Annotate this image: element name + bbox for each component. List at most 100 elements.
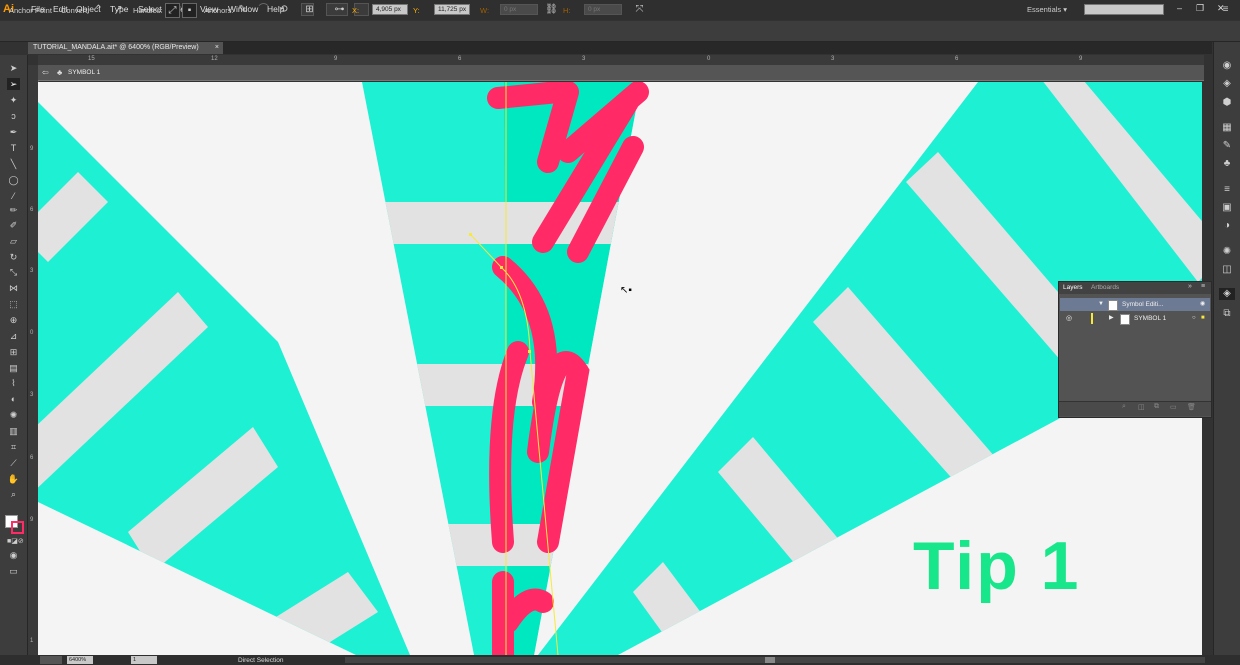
restore-button[interactable]: ❐	[1196, 3, 1204, 14]
tab-layers[interactable]: Layers	[1063, 284, 1083, 291]
selection-tool-icon[interactable]: ➤	[7, 62, 20, 74]
target-icon[interactable]: ◉	[1200, 298, 1205, 311]
show-handles-icon[interactable]: ⤢	[165, 3, 180, 18]
align-icon[interactable]: ⊶	[333, 3, 346, 16]
layer-name: Symbol Editi...	[1122, 301, 1164, 308]
width-tool-icon[interactable]: ⋈	[7, 282, 20, 294]
lasso-tool-icon[interactable]: ↄ	[7, 110, 20, 122]
shape-builder-tool-icon[interactable]: ⊕	[7, 314, 20, 326]
blend-tool-icon[interactable]: ◐	[7, 393, 20, 405]
expand-arrow-icon[interactable]: ▶	[1109, 312, 1114, 325]
ruler-mark: 3	[831, 56, 835, 62]
y-field[interactable]: 11,725 px	[434, 4, 470, 15]
symbol-sprayer-tool-icon[interactable]: ✺	[7, 409, 20, 421]
document-tab-close-icon[interactable]: ×	[215, 42, 219, 54]
visibility-eye-icon[interactable]: ◎	[1066, 312, 1072, 325]
gradient-panel-icon[interactable]: ▣	[1221, 202, 1233, 214]
x-field[interactable]: 4,905 px	[372, 4, 408, 15]
line-tool-icon[interactable]: ╲	[7, 158, 20, 170]
workspace-switcher[interactable]: Essentials ▾	[1027, 5, 1067, 14]
eyedropper-tool-icon[interactable]: ⌇	[7, 377, 20, 389]
hide-handles-icon[interactable]: ▪	[182, 3, 197, 18]
cut-path-icon[interactable]: ⟲	[277, 3, 290, 16]
panel-collapse-icon[interactable]: »	[1188, 283, 1192, 290]
locate-object-icon[interactable]: ⌕	[1122, 403, 1126, 411]
panel-menu-icon[interactable]: ≡	[1201, 283, 1205, 290]
layer-row[interactable]: ▼ Symbol Editi... ◉	[1060, 298, 1210, 311]
transparency-icon[interactable]: ◑	[1221, 220, 1233, 232]
zoom-down-button[interactable]	[40, 656, 62, 664]
convert-smooth-icon[interactable]: ↗	[112, 3, 125, 16]
brushes-icon[interactable]: ✎	[1221, 140, 1233, 152]
free-transform-tool-icon[interactable]: ⬚	[7, 298, 20, 310]
convert-corner-icon[interactable]: ⌃	[92, 3, 105, 16]
layer-thumbnail	[1120, 314, 1130, 325]
ruler-mark: 3	[30, 392, 34, 398]
blob-brush-tool-icon[interactable]: ✐	[7, 219, 20, 231]
pen-tool-icon[interactable]: ✒	[7, 126, 20, 138]
swatches-icon[interactable]: ▦	[1221, 122, 1233, 134]
kuler-icon[interactable]: ⬢	[1221, 97, 1233, 109]
h-field[interactable]: 0 px	[584, 4, 622, 15]
type-tool-icon[interactable]: T	[7, 142, 20, 154]
drawing-mode-icon[interactable]: ◉	[7, 549, 20, 561]
isolate-icon[interactable]: ⊞	[303, 3, 316, 16]
link-proportions-icon[interactable]: ⛓	[545, 3, 558, 16]
clipping-mask-icon[interactable]: ◫	[1138, 403, 1145, 411]
perspective-grid-tool-icon[interactable]: ⊿	[7, 330, 20, 342]
color-panel-icon[interactable]: ◉	[1221, 60, 1233, 72]
expand-arrow-icon[interactable]: ▼	[1098, 298, 1104, 311]
search-input[interactable]	[1084, 4, 1164, 15]
zoom-field[interactable]: 6400%	[67, 656, 93, 664]
x-label: X:	[352, 6, 360, 15]
rotate-tool-icon[interactable]: ↻	[7, 251, 20, 263]
color-mode-icons[interactable]: ■◪⊘	[7, 536, 24, 548]
ellipse-tool-icon[interactable]: ◯	[7, 174, 20, 186]
delete-layer-icon[interactable]: 🗑	[1187, 403, 1196, 411]
magic-wand-tool-icon[interactable]: ✦	[7, 94, 20, 106]
screen-mode-icon[interactable]: ▭	[7, 565, 20, 577]
symbols-icon[interactable]: ♣	[1221, 158, 1233, 170]
h-label: H:	[563, 6, 571, 15]
minimize-button[interactable]: ‒	[1177, 3, 1182, 13]
ruler-mark: 6	[955, 56, 959, 62]
remove-anchor-icon[interactable]: ✎	[236, 3, 249, 16]
new-sublayer-icon[interactable]: ⧉	[1154, 403, 1159, 411]
isolation-mode-bar[interactable]	[38, 66, 1204, 81]
gradient-tool-icon[interactable]: ▤	[7, 362, 20, 374]
layers-panel-icon[interactable]: ◈	[1219, 288, 1235, 300]
new-layer-icon[interactable]: ▭	[1170, 403, 1177, 411]
eraser-tool-icon[interactable]: ▱	[7, 235, 20, 247]
back-arrow-icon[interactable]: ⇦	[42, 68, 49, 77]
artboard-tool-icon[interactable]: ⌗	[7, 441, 20, 453]
color-guide-icon[interactable]: ◈	[1221, 78, 1233, 90]
slice-tool-icon[interactable]: ⟋	[7, 457, 20, 469]
scale-tool-icon[interactable]: ⤡	[7, 266, 20, 278]
appearance-icon[interactable]: ✺	[1221, 246, 1233, 258]
artboards-panel-icon[interactable]: ⧉	[1221, 308, 1233, 320]
transform-icon[interactable]: ⤧	[633, 3, 646, 16]
handles-label: Handles:	[133, 6, 163, 15]
zoom-tool-icon[interactable]: ⌕	[7, 488, 20, 500]
w-field[interactable]: 0 px	[500, 4, 538, 15]
direct-selection-tool-icon[interactable]: ➢	[7, 78, 20, 90]
scrollbar-thumb[interactable]	[765, 657, 775, 663]
current-tool-status: Direct Selection	[238, 657, 284, 664]
selection-indicator-icon[interactable]: ■	[1201, 312, 1205, 325]
document-tab[interactable]: TUTORIAL_MANDALA.ait* @ 6400% (RGB/Previ…	[28, 42, 223, 54]
column-graph-tool-icon[interactable]: ▥	[7, 425, 20, 437]
connect-anchor-icon[interactable]: ⌒	[257, 3, 270, 16]
pencil-tool-icon[interactable]: ✏	[7, 204, 20, 216]
target-icon[interactable]: ○	[1192, 312, 1196, 325]
horizontal-scrollbar[interactable]	[345, 657, 1205, 663]
control-panel-menu-icon[interactable]: ≡	[1219, 3, 1232, 16]
layer-row[interactable]: ◎ ▶ SYMBOL 1 ○ ■	[1060, 312, 1210, 325]
graphic-styles-icon[interactable]: ◫	[1221, 264, 1233, 276]
stroke-swatch[interactable]	[11, 521, 24, 534]
tab-artboards[interactable]: Artboards	[1091, 284, 1119, 291]
artboard-number-field[interactable]: 1	[131, 656, 157, 664]
stroke-panel-icon[interactable]: ≡	[1221, 184, 1233, 196]
mesh-tool-icon[interactable]: ⊞	[7, 346, 20, 358]
paintbrush-tool-icon[interactable]: ⁄	[7, 190, 20, 202]
hand-tool-icon[interactable]: ✋	[7, 473, 20, 485]
